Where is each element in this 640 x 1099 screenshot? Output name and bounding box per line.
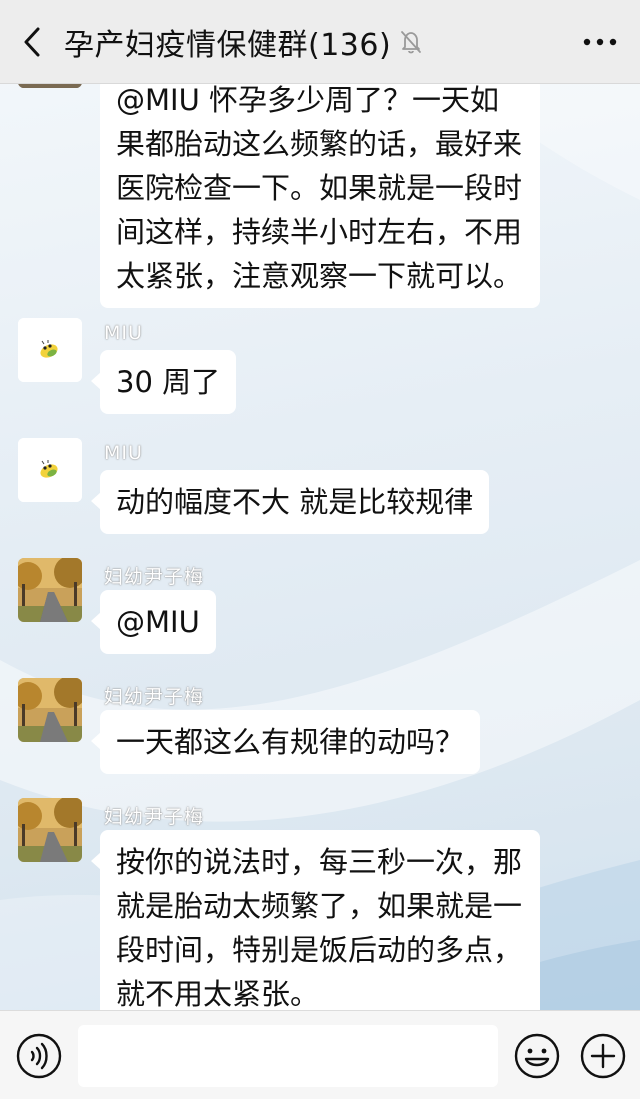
message-bubble[interactable]: 30 周了 [90,350,237,414]
message-line: 按你的说法时，每三秒一次，那 [116,845,523,879]
sender-name: MIU [104,322,143,344]
more-dots-icon [583,38,617,46]
plus-button[interactable] [580,1033,626,1079]
sender-name: 妇幼尹子梅 [104,686,205,708]
more-options-button[interactable] [580,26,620,58]
sender-avatar[interactable] [18,678,82,742]
message-line: 医院检查一下。如果就是一段时 [116,171,523,205]
chat-header: 孕产妇疫情保健群(136) [0,0,640,84]
sender-avatar[interactable] [18,438,82,502]
chat-input-bar [0,1010,640,1099]
sender-avatar[interactable] [18,318,82,382]
message-line: 太紧张，注意观察一下就可以。 [116,259,523,293]
message-bubble[interactable]: 按你的说法时，每三秒一次，那 就是胎动太频繁了，如果就是一 段时间，特别是饭后动… [91,830,540,1026]
sender-avatar[interactable] [18,558,82,622]
chevron-left-icon [24,27,40,56]
message-bubble[interactable]: @MIU [91,590,216,654]
sender-name: MIU [104,442,143,464]
message-line: 果都胎动这么频繁的话，最好来 [116,127,523,161]
message-line: 就是胎动太频繁了，如果就是一 [116,889,523,923]
message-line: 段时间，特别是饭后动的多点， [116,933,523,967]
message-line: 间这样，持续半小时左右，不用 [116,215,523,249]
message-line: 动的幅度不大 就是比较规律 [116,485,474,519]
message-bubble[interactable]: @MIU 怀孕多少周了？一天如 果都胎动这么频繁的话，最好来 医院检查一下。如果… [100,78,540,308]
bell-off-icon [399,29,423,55]
sender-name: 妇幼尹子梅 [104,806,205,828]
plus-icon [580,1033,626,1079]
voice-button[interactable] [16,1033,62,1079]
voice-icon [16,1033,62,1079]
chat-title: 孕产妇疫情保健群(136) [64,27,392,63]
message-bubble[interactable]: 一天都这么有规律的动吗？ [90,710,481,774]
message-line: @MIU [116,605,200,639]
sender-avatar[interactable] [18,798,82,862]
back-button[interactable] [0,0,64,84]
message-input[interactable] [78,1025,498,1087]
sender-name: 妇幼尹子梅 [104,566,205,588]
message-line: @MIU 怀孕多少周了？一天如 [116,83,500,117]
message-line: 30 周了 [116,365,221,399]
emoji-icon [514,1033,560,1079]
message-bubble[interactable]: 动的幅度不大 就是比较规律 [90,470,490,534]
message-line: 一天都这么有规律的动吗？ [116,725,465,759]
emoji-button[interactable] [514,1033,560,1079]
